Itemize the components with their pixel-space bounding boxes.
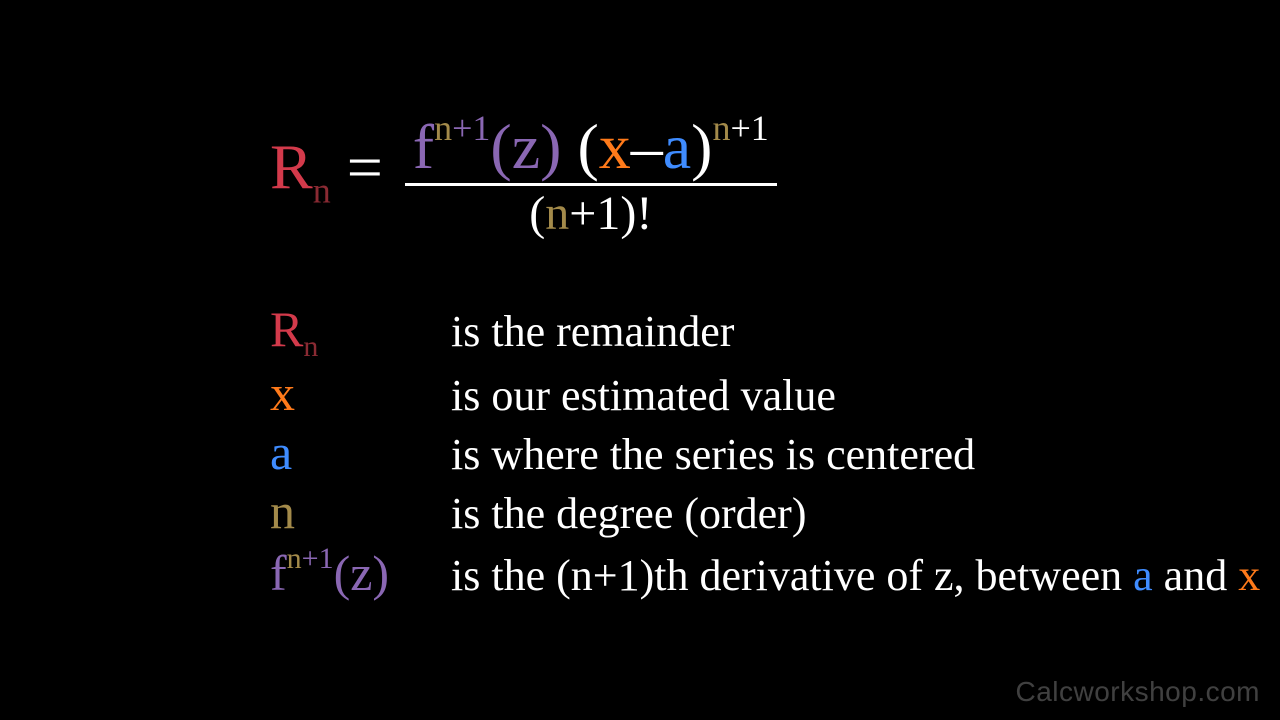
legend: Rn is the remainder x is our estimated v… [270, 300, 1260, 603]
open-paren: ( [577, 111, 598, 182]
legend-row-remainder: Rn is the remainder [270, 300, 1260, 364]
legend-symbol-x: x [270, 364, 440, 423]
legend-desc-remainder: is the remainder [440, 307, 734, 356]
legend-symbol-Rn: Rn [270, 300, 440, 364]
legend-symbol-n: n [270, 482, 440, 541]
f-superscript: n+1 [434, 108, 490, 148]
legend-desc-n: is the degree (order) [440, 489, 806, 538]
legend-row-x: x is our estimated value [270, 364, 1260, 423]
den-open-paren: ( [529, 187, 545, 240]
legend-f-sup: n+1 [287, 542, 334, 575]
close-paren: ) [691, 111, 712, 182]
legend-symbol-a: a [270, 423, 440, 482]
legend-and: and [1153, 551, 1239, 600]
fraction-denominator: (n+1)! [405, 190, 777, 238]
sup-plus1: +1 [452, 108, 490, 148]
f-argument-z: (z) [490, 111, 561, 182]
legend-R-sub: n [303, 330, 318, 363]
legend-x: x [270, 365, 295, 421]
legend-a-inline: a [1133, 551, 1153, 600]
sup-n: n [434, 108, 452, 148]
legend-row-a: a is where the series is centered [270, 423, 1260, 482]
legend-f-sup-plus1: +1 [302, 542, 334, 575]
legend-desc-deriv-pre: is the [440, 551, 556, 600]
legend-f-sup-n: n [287, 542, 302, 575]
outer-sup-n: n [712, 108, 730, 148]
legend-desc-x: is our estimated value [440, 371, 836, 420]
den-n: n [545, 187, 569, 240]
outer-superscript: n+1 [712, 108, 768, 148]
symbol-a: a [663, 111, 691, 182]
symbol-f: f [413, 111, 434, 182]
legend-f: f [270, 545, 287, 601]
legend-row-derivative: fn+1(z) is the (n+1)th derivative of z, … [270, 541, 1260, 603]
legend-n: n [270, 483, 295, 539]
legend-R: R [270, 301, 303, 357]
fraction: fn+1(z) (x–a)n+1 (n+1)! [405, 110, 777, 238]
watermark: Calcworkshop.com [1015, 676, 1260, 708]
symbol-R-subscript-n: n [313, 171, 331, 211]
symbol-R: R [270, 132, 313, 203]
slide-canvas: { "watermark": "Calcworkshop.com", "form… [0, 0, 1280, 720]
legend-desc-a: is where the series is centered [440, 430, 975, 479]
legend-row-n: n is the degree (order) [270, 482, 1260, 541]
legend-f-arg: (z) [334, 545, 390, 601]
legend-symbol-fn1z: fn+1(z) [270, 541, 440, 603]
den-close-paren-factorial: )! [620, 187, 652, 240]
remainder-formula: Rn = fn+1(z) (x–a)n+1 (n+1)! [270, 110, 783, 238]
equals-sign: = [347, 132, 399, 203]
minus-sign: – [631, 111, 663, 182]
legend-desc-deriv-main: (n+1)th derivative of z, between [556, 551, 1133, 600]
symbol-x: x [599, 111, 631, 182]
legend-x-inline: x [1238, 551, 1260, 600]
den-plus1: +1 [569, 187, 620, 240]
fraction-bar [405, 183, 777, 186]
fraction-numerator: fn+1(z) (x–a)n+1 [405, 110, 777, 179]
legend-a: a [270, 424, 292, 480]
outer-sup-plus1: +1 [730, 108, 768, 148]
